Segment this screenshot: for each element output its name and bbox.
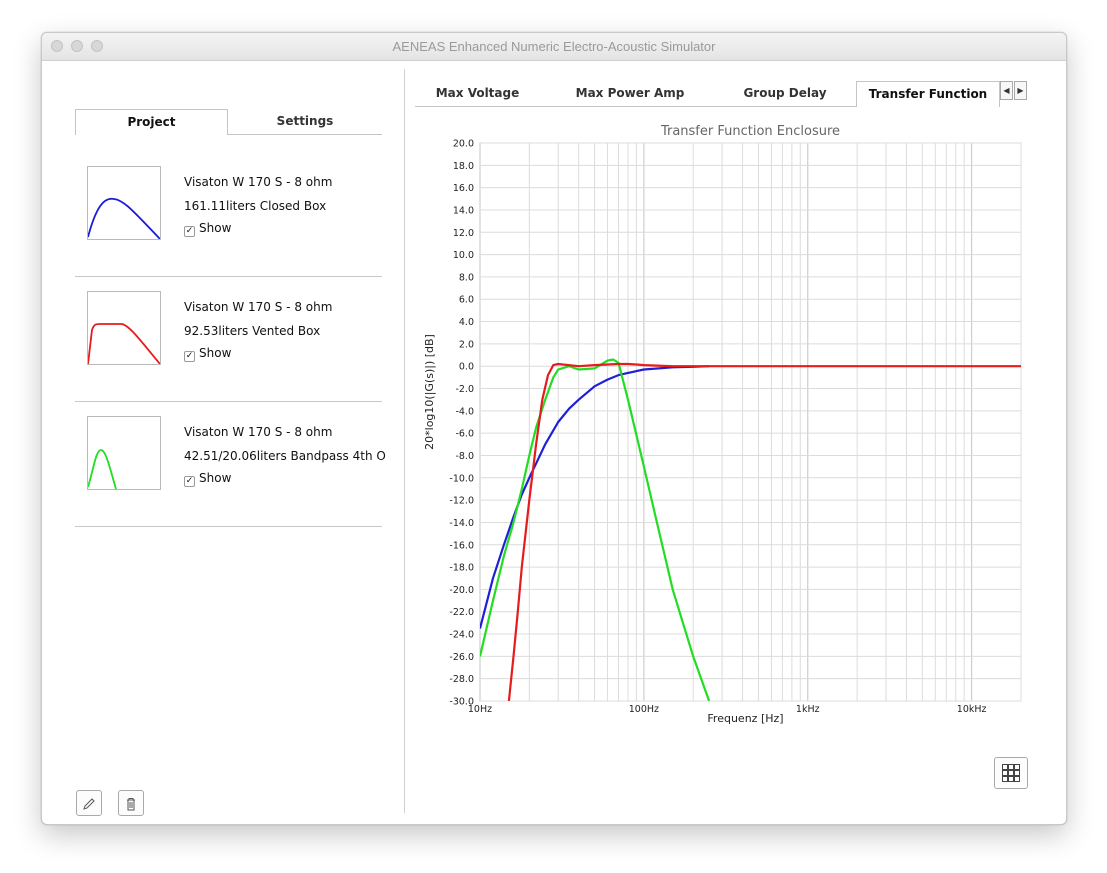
y-tick-label: -26.0 (449, 652, 474, 663)
y-tick-label: 4.0 (459, 317, 474, 328)
y-tick-label: -4.0 (455, 406, 474, 417)
x-tick-label: 10kHz (957, 704, 987, 715)
y-tick-label: -6.0 (455, 429, 474, 440)
y-tick-label: -24.0 (449, 630, 474, 641)
x-tick-label: 100Hz (629, 704, 659, 715)
chart-title: Transfer Function Enclosure (660, 124, 840, 139)
x-tick-label: 10Hz (468, 704, 492, 715)
y-tick-label: -16.0 (449, 540, 474, 551)
y-tick-label: 8.0 (459, 272, 474, 283)
y-tick-label: 0.0 (459, 362, 474, 373)
grid-layout-icon (1002, 764, 1020, 782)
y-tick-label: 12.0 (453, 228, 474, 239)
y-tick-label: -2.0 (455, 384, 474, 395)
transfer-function-chart: 20.0 18.0 16.0 14.0 12.0 10.0 8.0 6.0 4.0 2.0 0.0 -… (423, 124, 1022, 725)
y-tick-label: 14.0 (453, 205, 474, 216)
y-axis-label: 20*log10(|G(s)|) [dB] (423, 334, 436, 450)
plot-area (479, 142, 1022, 702)
y-tick-label: -22.0 (449, 607, 474, 618)
y-tick-label: 6.0 (459, 295, 474, 306)
y-tick-label: -8.0 (455, 451, 474, 462)
y-tick-label: -10.0 (449, 473, 474, 484)
x-axis-label: Frequenz [Hz] (707, 712, 783, 725)
y-tick-label: -18.0 (449, 563, 474, 574)
y-tick-label: 18.0 (453, 161, 474, 172)
y-tick-label: 20.0 (453, 139, 474, 150)
app-window: AENEAS Enhanced Numeric Electro-Acoustic… (41, 32, 1067, 825)
y-tick-label: -28.0 (449, 674, 474, 685)
y-tick-label: 10.0 (453, 250, 474, 261)
y-tick-label: 2.0 (459, 339, 474, 350)
y-tick-label: 16.0 (453, 183, 474, 194)
x-tick-label: 1kHz (796, 704, 820, 715)
y-tick-label: -14.0 (449, 518, 474, 529)
y-tick-label: -20.0 (449, 585, 474, 596)
y-tick-label: -12.0 (449, 496, 474, 507)
layout-grid-button[interactable] (994, 757, 1028, 789)
